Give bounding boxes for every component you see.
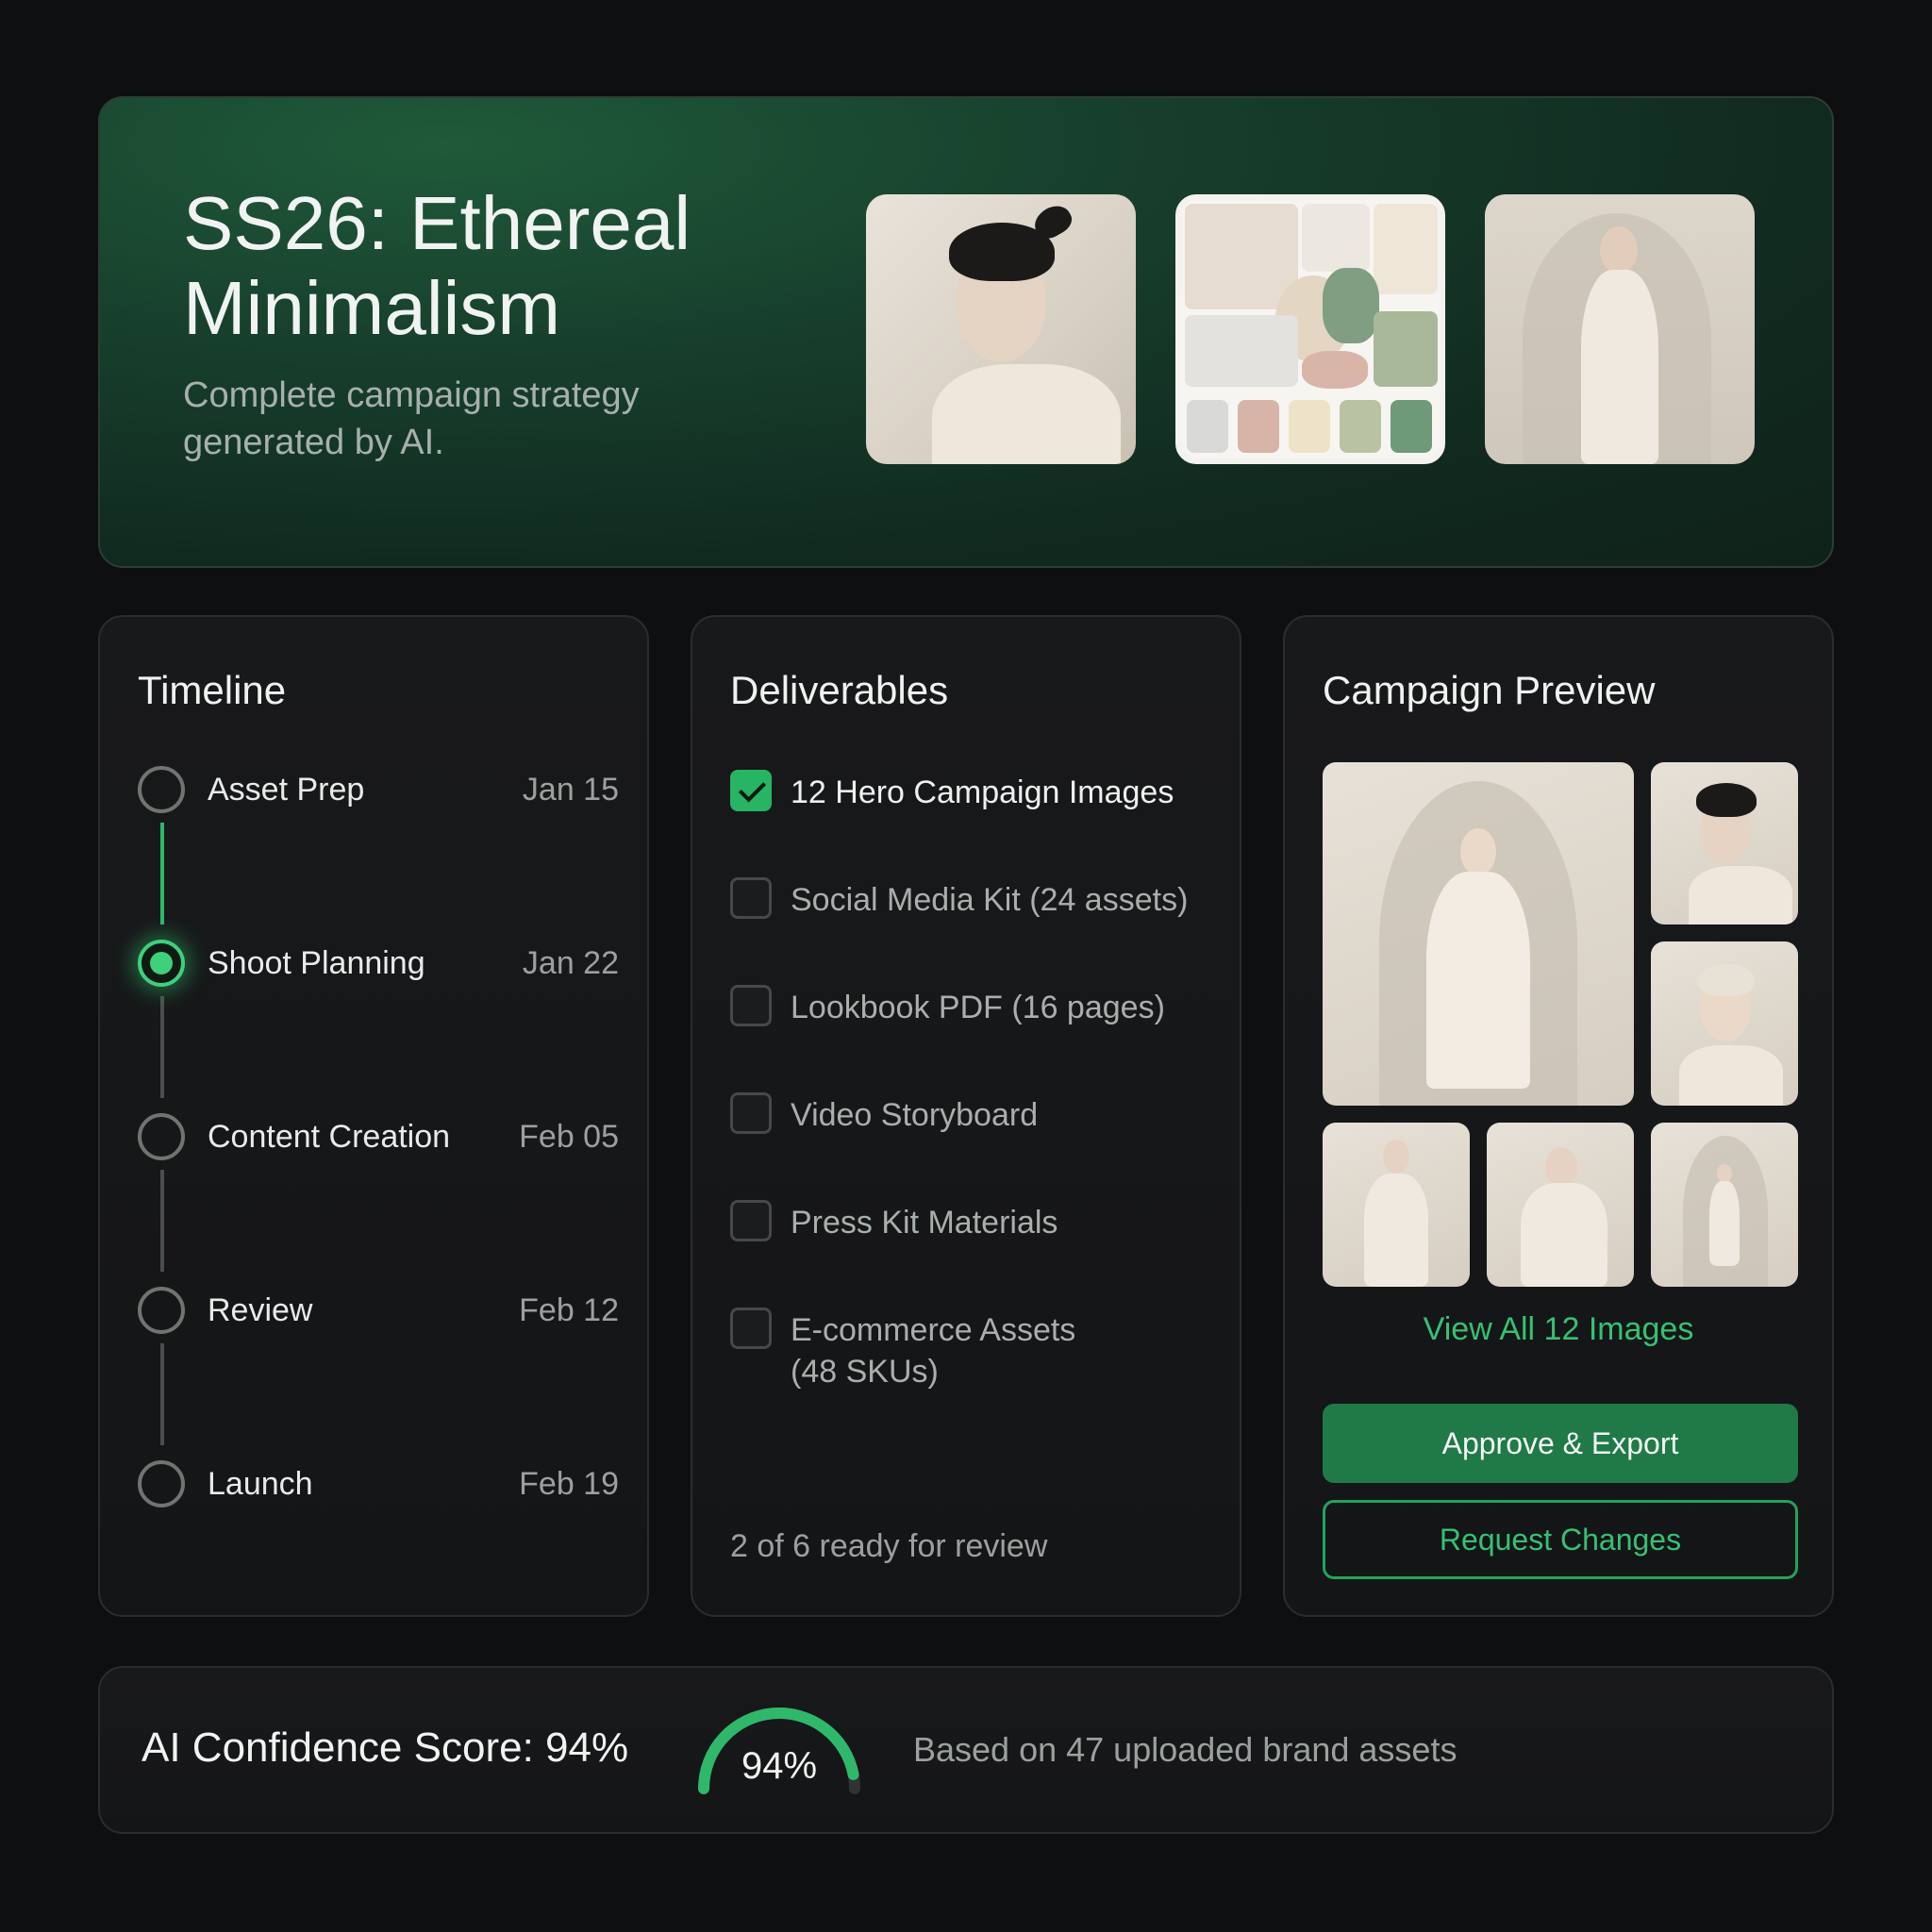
deliverables-title: Deliverables (730, 668, 949, 712)
preview-image-main[interactable] (1323, 762, 1634, 1106)
deliverable-label: Video Storyboard (791, 1097, 1039, 1133)
preview-title: Campaign Preview (1323, 668, 1656, 712)
timeline-item-review[interactable]: Review Feb 12 (138, 1287, 619, 1338)
confidence-label: AI Confidence Score: 94% (142, 1724, 629, 1771)
preview-image-thumb[interactable] (1487, 1123, 1634, 1287)
deliverables-panel: Deliverables 12 Hero Campaign Images Soc… (691, 615, 1241, 1617)
checkbox-icon[interactable] (730, 877, 772, 919)
timeline-item-label: Shoot Planning (208, 945, 425, 981)
deliverable-label: 12 Hero Campaign Images (791, 774, 1174, 810)
timeline-panel: Timeline Asset Prep Jan 15 Shoot Plannin… (98, 615, 649, 1617)
timeline-item-asset-prep[interactable]: Asset Prep Jan 15 (138, 766, 619, 817)
swatch-3 (1289, 400, 1330, 453)
checkbox-checked-icon[interactable] (730, 770, 772, 811)
swatch-4 (1340, 400, 1381, 453)
timeline-connector (160, 1343, 164, 1445)
preview-image-thumb[interactable] (1323, 1123, 1470, 1287)
timeline-item-date: Jan 22 (522, 945, 619, 981)
swatch-2 (1238, 400, 1279, 453)
timeline-item-label: Asset Prep (208, 772, 365, 808)
timeline-item-content-creation[interactable]: Content Creation Feb 05 (138, 1113, 619, 1164)
preview-image-thumb[interactable] (1651, 1123, 1798, 1287)
timeline-item-date: Jan 15 (522, 772, 619, 808)
timeline-item-label: Content Creation (208, 1119, 451, 1155)
timeline-connector (160, 1170, 164, 1272)
timeline-item-date: Feb 12 (519, 1292, 619, 1328)
timeline-item-shoot-planning[interactable]: Shoot Planning Jan 22 (138, 940, 619, 991)
approve-export-button[interactable]: Approve & Export (1323, 1404, 1798, 1483)
deliverable-label: Press Kit Materials (791, 1205, 1058, 1241)
timeline-connector (160, 996, 164, 1098)
moodboard-image[interactable] (1175, 194, 1445, 464)
campaign-subtitle: Complete campaign strategy generated by … (183, 375, 640, 462)
milestone-dot-icon (138, 1460, 185, 1507)
milestone-dot-icon (138, 1113, 185, 1160)
hero-portrait-image[interactable] (866, 194, 1136, 464)
timeline-connector (160, 823, 164, 924)
campaign-hero: SS26: Ethereal Minimalism Complete campa… (98, 96, 1834, 568)
hero-fullbody-image[interactable] (1485, 194, 1755, 464)
timeline-item-date: Feb 05 (519, 1119, 619, 1155)
timeline-item-label: Launch (208, 1466, 313, 1502)
timeline-item-launch[interactable]: Launch Feb 19 (138, 1460, 619, 1511)
campaign-preview-panel: Campaign Preview View All 12 Images Appr… (1283, 615, 1834, 1617)
active-milestone-dot-icon (138, 940, 185, 987)
request-changes-button[interactable]: Request Changes (1323, 1500, 1798, 1579)
checkbox-icon[interactable] (730, 1307, 772, 1349)
milestone-dot-icon (138, 766, 185, 813)
preview-image-thumb[interactable] (1651, 762, 1798, 924)
swatch-5 (1391, 400, 1432, 453)
deliverable-label: Lookbook PDF (16 pages) (791, 990, 1165, 1025)
swatch-1 (1187, 400, 1228, 453)
checkbox-icon[interactable] (730, 1092, 772, 1134)
timeline-item-label: Review (208, 1292, 313, 1328)
confidence-value: 94% (741, 1745, 818, 1787)
confidence-note: Based on 47 uploaded brand assets (913, 1730, 1457, 1769)
checkbox-icon[interactable] (730, 1200, 772, 1241)
deliverable-label: Social Media Kit (24 assets) (791, 882, 1189, 918)
timeline-item-date: Feb 19 (519, 1466, 619, 1502)
confidence-bar: AI Confidence Score: 94% 94% Based on 47… (98, 1666, 1834, 1834)
checkbox-icon[interactable] (730, 985, 772, 1026)
campaign-title: SS26: Ethereal Minimalism (183, 181, 691, 350)
timeline-title: Timeline (138, 668, 287, 712)
deliverables-status: 2 of 6 ready for review (730, 1528, 1048, 1564)
milestone-dot-icon (138, 1287, 185, 1334)
preview-image-thumb[interactable] (1651, 941, 1798, 1106)
deliverable-label: E-commerce Assets (48 SKUs) (791, 1312, 1076, 1390)
view-all-images-link[interactable]: View All 12 Images (1285, 1311, 1832, 1348)
